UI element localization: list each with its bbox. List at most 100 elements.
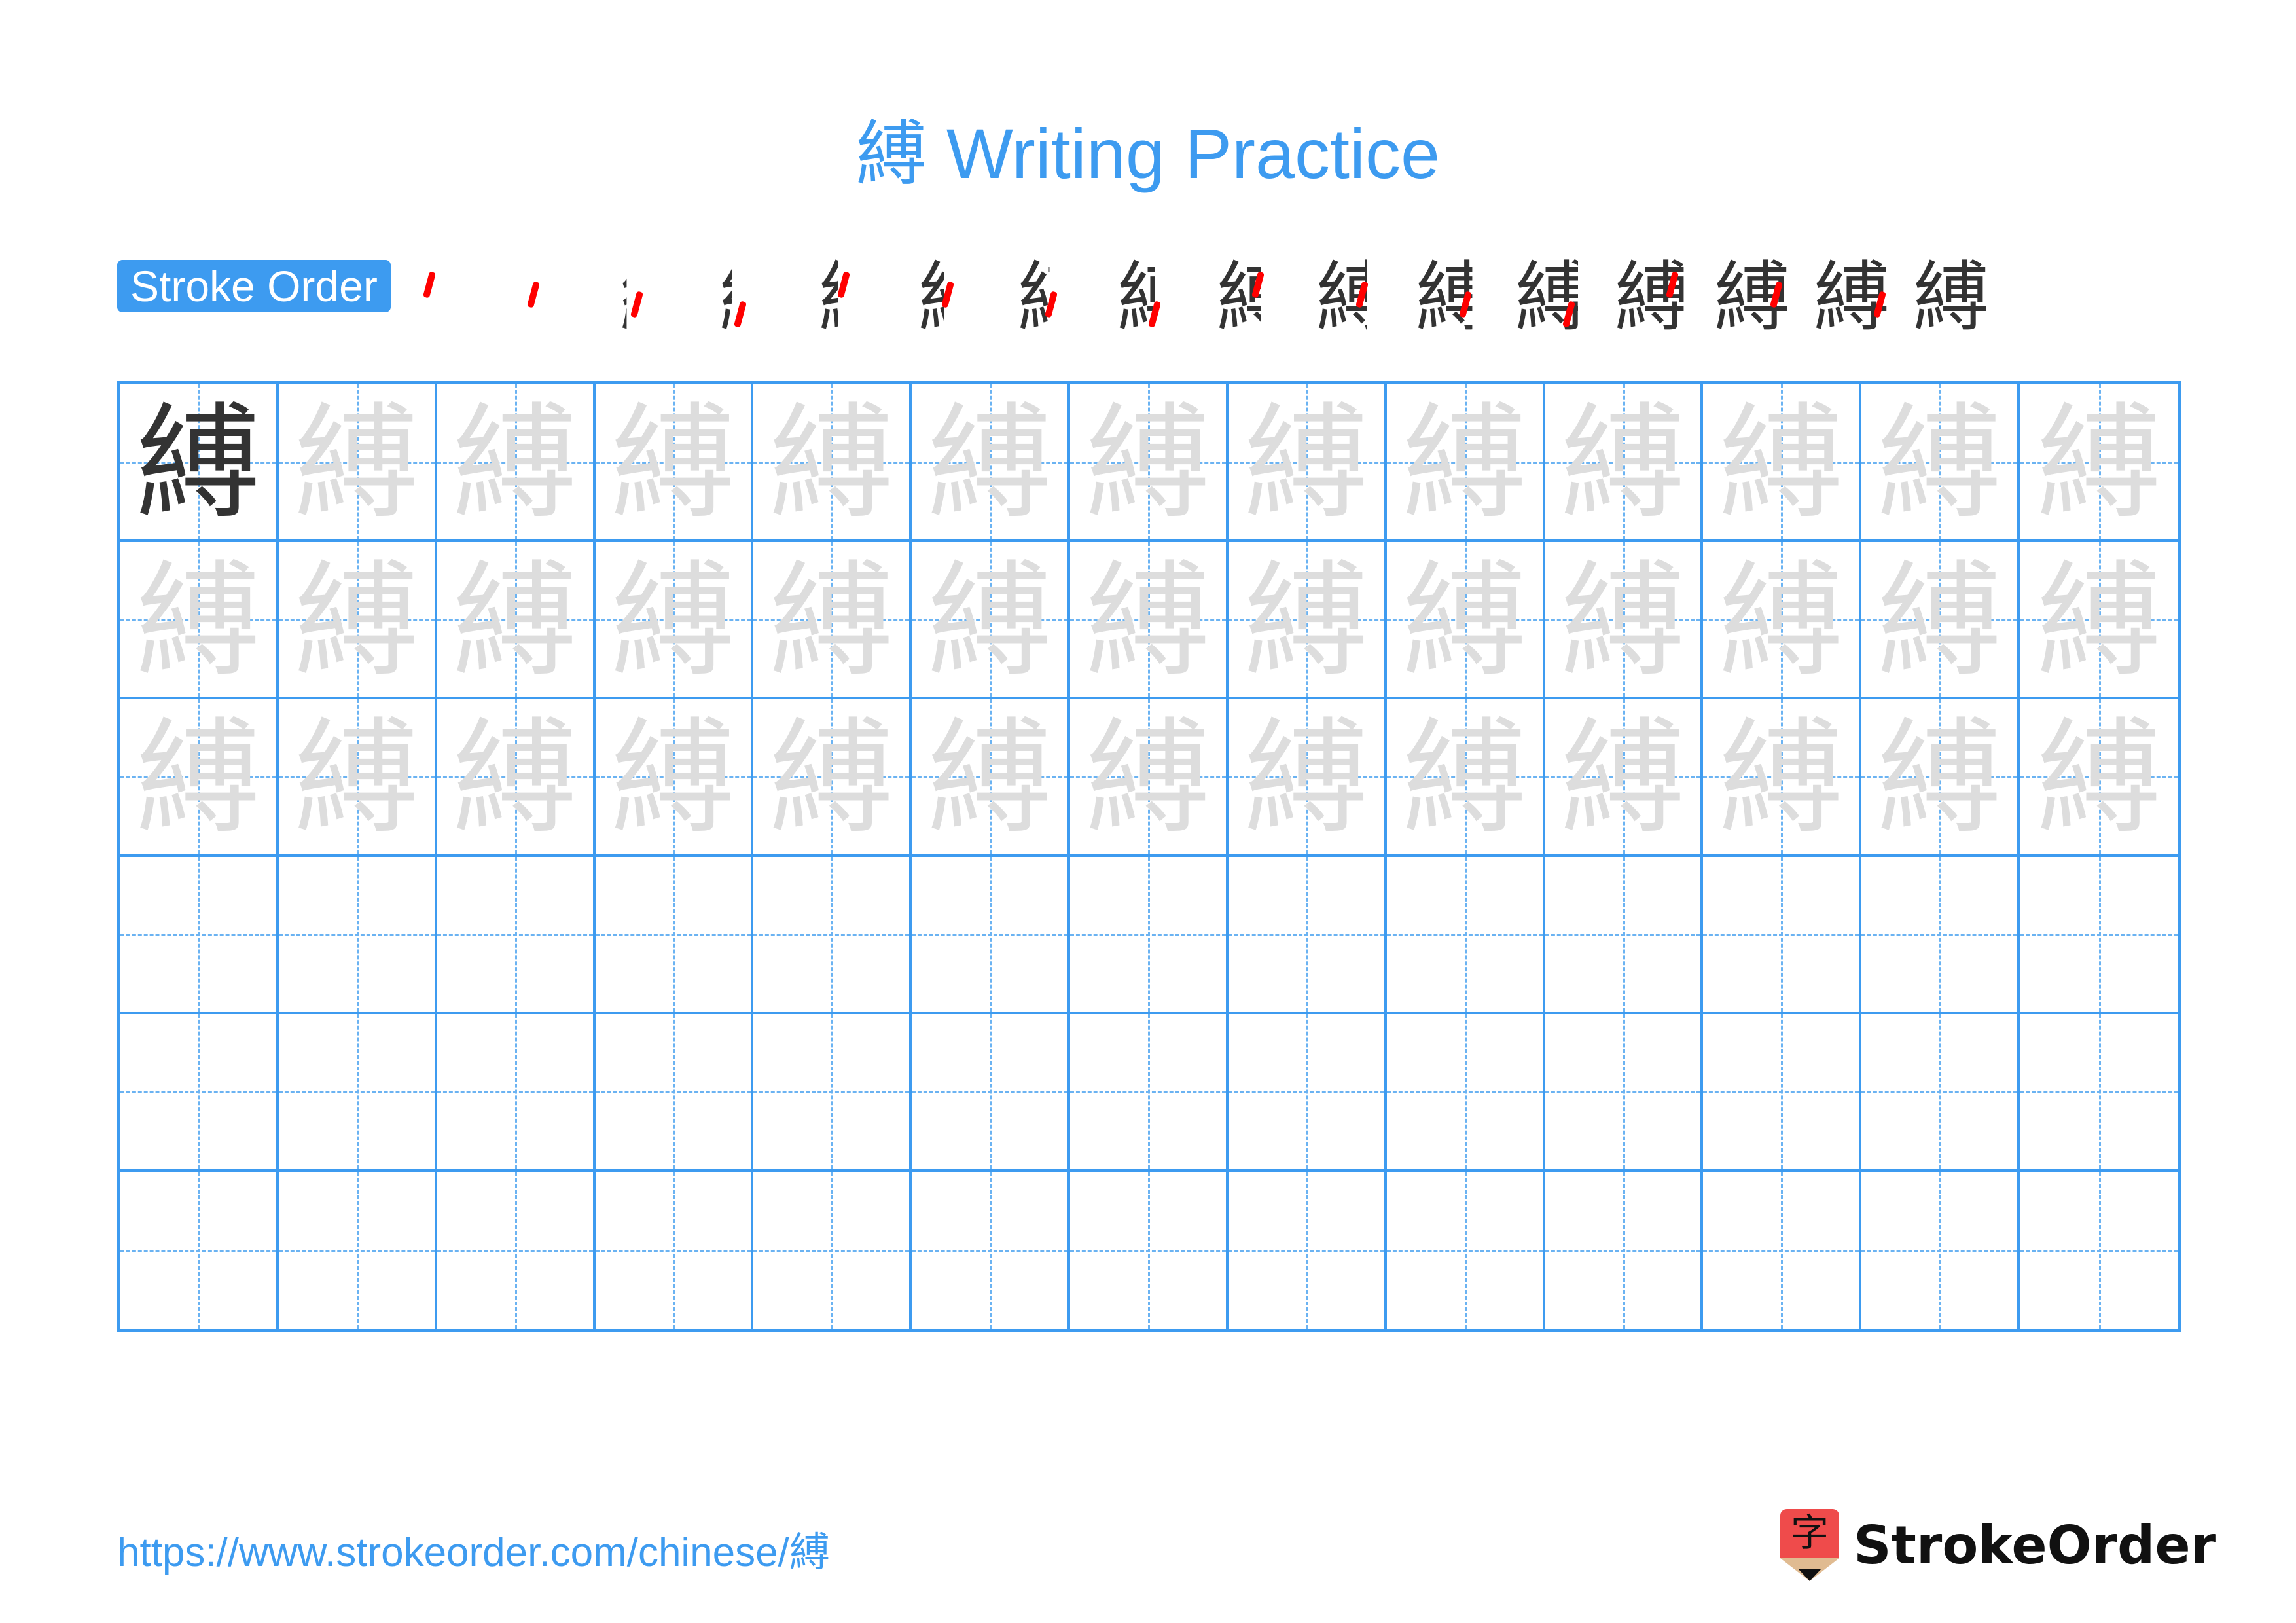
grid-cell[interactable]	[2020, 856, 2178, 1014]
grid-cell[interactable]	[1545, 1171, 1704, 1329]
guide-line-horizontal	[437, 1091, 593, 1094]
grid-cell[interactable]: 縛	[1861, 384, 2020, 542]
grid-cell[interactable]: 縛	[2020, 541, 2178, 699]
grid-cell[interactable]	[595, 856, 754, 1014]
trace-character: 縛	[452, 548, 577, 693]
brand-name: StrokeOrder	[1854, 1514, 2217, 1576]
grid-cell[interactable]	[595, 1171, 754, 1329]
grid-cell[interactable]: 縛	[120, 384, 279, 542]
guide-line-horizontal	[1703, 1091, 1859, 1094]
grid-cell[interactable]	[1070, 1171, 1229, 1329]
grid-cell[interactable]	[120, 856, 279, 1014]
grid-cell[interactable]	[1228, 1171, 1387, 1329]
grid-cell[interactable]: 縛	[595, 541, 754, 699]
grid-cell[interactable]	[278, 1014, 437, 1172]
grid-cell[interactable]: 縛	[1703, 541, 1862, 699]
guide-line-horizontal	[1228, 1250, 1384, 1252]
grid-cell[interactable]: 縛	[2020, 384, 2178, 542]
guide-line-horizontal	[595, 1250, 751, 1252]
grid-cell[interactable]: 縛	[753, 541, 912, 699]
grid-cell[interactable]: 縛	[912, 384, 1071, 542]
grid-cell[interactable]: 縛	[1861, 699, 2020, 857]
stroke-order-steps: 縛縛縛縛縛縛縛縛縛縛縛縛縛縛縛縛	[409, 252, 2001, 344]
grid-cell[interactable]: 縛	[1545, 541, 1704, 699]
grid-cell[interactable]: 縛	[437, 384, 596, 542]
guide-line-horizontal	[595, 934, 751, 936]
grid-cell[interactable]	[753, 856, 912, 1014]
grid-cell[interactable]: 縛	[753, 384, 912, 542]
grid-cell[interactable]: 縛	[595, 384, 754, 542]
trace-character: 縛	[1244, 706, 1369, 850]
grid-cell[interactable]	[1861, 1171, 2020, 1329]
grid-cell[interactable]	[1861, 1014, 2020, 1172]
grid-cell[interactable]: 縛	[1545, 384, 1704, 542]
grid-cell[interactable]	[1545, 1014, 1704, 1172]
grid-cell[interactable]: 縛	[753, 699, 912, 857]
grid-cell[interactable]: 縛	[437, 699, 596, 857]
grid-cell[interactable]	[1386, 856, 1545, 1014]
grid-cell[interactable]	[437, 856, 596, 1014]
grid-cell[interactable]	[278, 1171, 437, 1329]
grid-cell[interactable]: 縛	[278, 384, 437, 542]
grid-cell[interactable]: 縛	[912, 541, 1071, 699]
source-url[interactable]: https://www.strokeorder.com/chinese/縛	[117, 1519, 830, 1578]
grid-cell[interactable]: 縛	[2020, 699, 2178, 857]
trace-character: 縛	[2037, 548, 2162, 693]
grid-cell[interactable]: 縛	[912, 699, 1071, 857]
grid-cell[interactable]	[120, 1014, 279, 1172]
current-stroke-highlight	[423, 271, 437, 299]
grid-cell[interactable]: 縛	[1703, 384, 1862, 542]
grid-cell[interactable]	[1228, 856, 1387, 1014]
grid-cell[interactable]	[1861, 856, 2020, 1014]
grid-cell[interactable]	[2020, 1014, 2178, 1172]
grid-cell[interactable]	[2020, 1171, 2178, 1329]
practice-grid: 縛縛縛縛縛縛縛縛縛縛縛縛縛縛縛縛縛縛縛縛縛縛縛縛縛縛縛縛縛縛縛縛縛縛縛縛縛縛縛	[117, 381, 2181, 1332]
grid-cell[interactable]: 縛	[1386, 541, 1545, 699]
grid-cell[interactable]: 縛	[1228, 541, 1387, 699]
grid-cell[interactable]	[437, 1171, 596, 1329]
grid-cell[interactable]	[1386, 1171, 1545, 1329]
grid-cell[interactable]	[1070, 1014, 1229, 1172]
grid-cell[interactable]: 縛	[1386, 699, 1545, 857]
grid-cell[interactable]	[912, 1014, 1071, 1172]
grid-cell[interactable]: 縛	[278, 541, 437, 699]
trace-character: 縛	[294, 706, 419, 850]
grid-cell[interactable]	[1386, 1014, 1545, 1172]
grid-cell[interactable]	[1228, 1014, 1387, 1172]
grid-cell[interactable]: 縛	[1228, 384, 1387, 542]
grid-cell[interactable]	[595, 1014, 754, 1172]
guide-line-horizontal	[753, 1091, 910, 1094]
trace-character: 縛	[769, 548, 894, 693]
grid-cell[interactable]: 縛	[120, 699, 279, 857]
brand-logo[interactable]: 字 StrokeOrder	[1780, 1509, 2216, 1581]
grid-cell[interactable]	[437, 1014, 596, 1172]
pencil-logo-icon: 字	[1780, 1509, 1839, 1581]
grid-cell[interactable]	[753, 1014, 912, 1172]
grid-cell[interactable]: 縛	[1070, 699, 1229, 857]
grid-cell[interactable]: 縛	[1228, 699, 1387, 857]
grid-cell[interactable]: 縛	[1070, 541, 1229, 699]
grid-cell[interactable]	[912, 1171, 1071, 1329]
grid-cell[interactable]	[120, 1171, 279, 1329]
grid-cell[interactable]	[1545, 856, 1704, 1014]
grid-cell[interactable]: 縛	[1703, 699, 1862, 857]
grid-cell[interactable]	[1703, 856, 1862, 1014]
grid-cell[interactable]: 縛	[1386, 384, 1545, 542]
grid-cell[interactable]	[753, 1171, 912, 1329]
grid-cell[interactable]	[1703, 1014, 1862, 1172]
grid-cell[interactable]: 縛	[437, 541, 596, 699]
current-stroke-highlight	[733, 301, 747, 328]
grid-cell[interactable]: 縛	[1545, 699, 1704, 857]
grid-cell[interactable]	[1070, 856, 1229, 1014]
grid-cell[interactable]: 縛	[1070, 384, 1229, 542]
trace-character: 縛	[1085, 706, 1210, 850]
grid-cell[interactable]: 縛	[595, 699, 754, 857]
grid-cell[interactable]	[912, 856, 1071, 1014]
grid-cell[interactable]	[1703, 1171, 1862, 1329]
grid-cell[interactable]: 縛	[1861, 541, 2020, 699]
guide-line-horizontal	[437, 934, 593, 936]
grid-cell[interactable]: 縛	[120, 541, 279, 699]
grid-cell[interactable]: 縛	[278, 699, 437, 857]
grid-cell[interactable]	[278, 856, 437, 1014]
guide-line-horizontal	[1861, 934, 2018, 936]
